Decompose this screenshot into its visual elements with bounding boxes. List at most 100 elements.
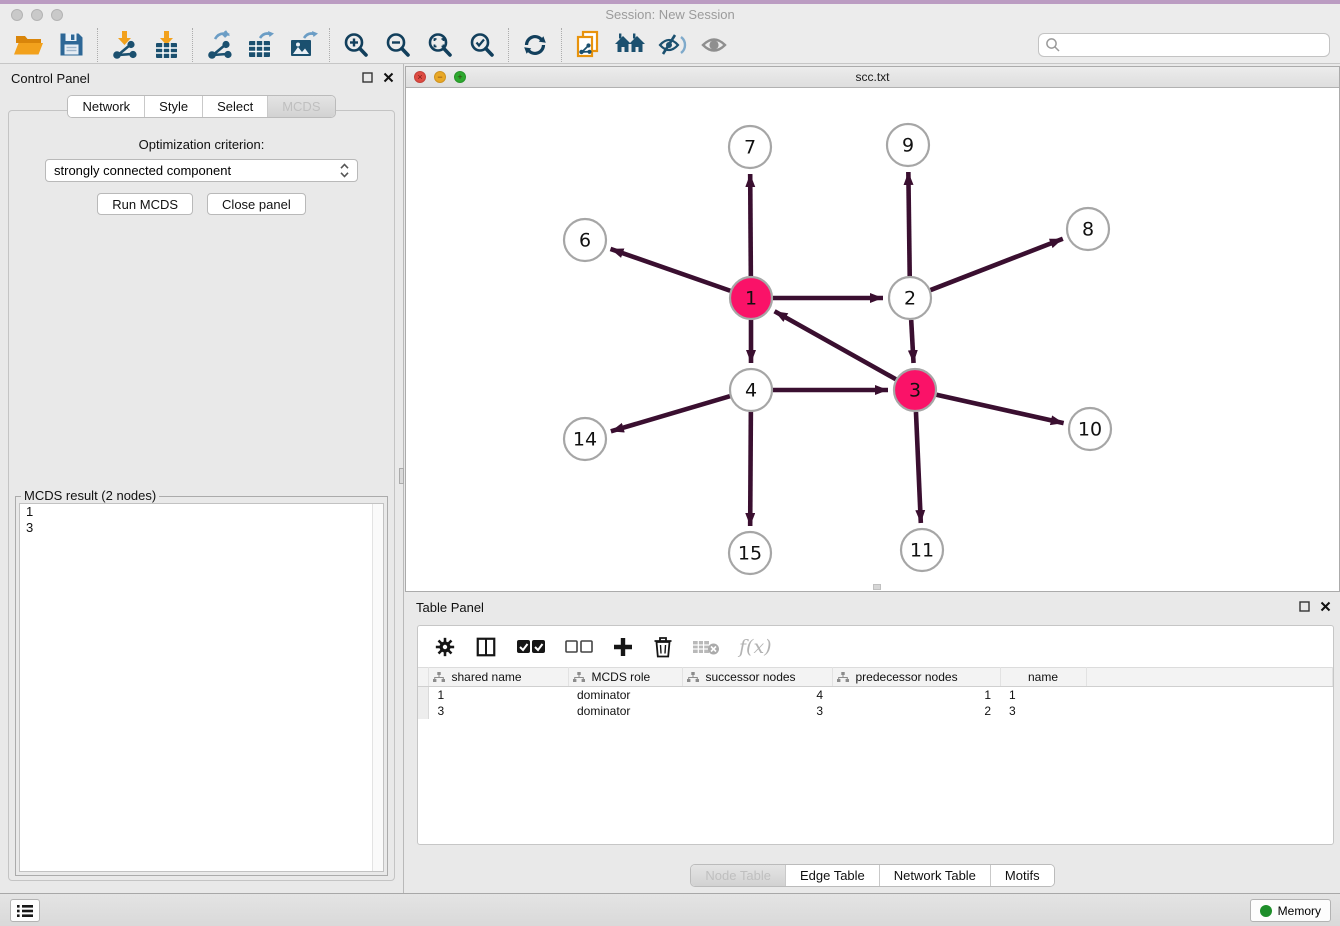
graph-edge-2-3[interactable] — [911, 320, 913, 363]
open-session-button[interactable] — [8, 28, 50, 62]
column-header-name[interactable]: name — [1000, 668, 1086, 687]
network-maximize-button[interactable]: + — [454, 71, 466, 83]
graph-edge-1-7[interactable] — [750, 174, 751, 276]
table-cell[interactable]: dominator — [568, 703, 682, 719]
import-network-button[interactable] — [103, 28, 145, 62]
delete-row-button[interactable] — [653, 636, 673, 658]
table-cell[interactable]: dominator — [568, 687, 682, 703]
deselect-all-button[interactable] — [565, 640, 593, 654]
gear-icon — [434, 636, 456, 658]
node-table[interactable]: shared nameMCDS rolesuccessor nodesprede… — [418, 667, 1333, 719]
delete-table-button[interactable] — [692, 638, 720, 656]
zoom-selected-button[interactable] — [461, 28, 503, 62]
minimize-window-button[interactable] — [31, 9, 43, 21]
toolbar-separator — [192, 28, 193, 62]
graph-edge-2-8[interactable] — [931, 239, 1063, 290]
export-image-button[interactable] — [282, 28, 324, 62]
table-cell[interactable]: 3 — [682, 703, 832, 719]
close-window-button[interactable] — [11, 9, 23, 21]
zoom-in-button[interactable] — [335, 28, 377, 62]
export-network-button[interactable] — [198, 28, 240, 62]
zoom-fit-button[interactable] — [419, 28, 461, 62]
panel-splitter-grip[interactable] — [399, 468, 404, 484]
tab-select[interactable]: Select — [202, 96, 267, 117]
table-tab-node-table[interactable]: Node Table — [691, 865, 785, 886]
float-panel-icon[interactable] — [361, 71, 374, 84]
search-box[interactable] — [1038, 33, 1330, 57]
graph-edge-4-15[interactable] — [750, 412, 751, 526]
table-row[interactable]: 1dominator411 — [418, 687, 1333, 703]
status-bar: Memory — [0, 893, 1340, 926]
table-cell[interactable]: 2 — [832, 703, 1000, 719]
network-close-button[interactable]: × — [414, 71, 426, 83]
zoom-out-button[interactable] — [377, 28, 419, 62]
close-table-panel-icon[interactable] — [1319, 600, 1332, 613]
mcds-result-scrollbar[interactable] — [372, 504, 383, 871]
graph-node-label-10: 10 — [1078, 419, 1102, 441]
table-cell[interactable]: 4 — [682, 687, 832, 703]
graph-edge-2-9[interactable] — [908, 172, 909, 276]
graph-edge-4-14[interactable] — [611, 396, 730, 431]
close-panel-button[interactable]: Close panel — [207, 193, 306, 215]
graph-edge-3-11[interactable] — [916, 412, 921, 523]
select-all-button[interactable] — [516, 639, 546, 655]
graph-node-label-14: 14 — [573, 429, 597, 451]
show-columns-button[interactable] — [475, 636, 497, 658]
node-table-container: f(x) shared nameMCDS rolesuccessor nodes… — [417, 625, 1334, 845]
network-minimize-button[interactable]: − — [434, 71, 446, 83]
table-settings-button[interactable] — [434, 636, 456, 658]
task-history-button[interactable] — [10, 899, 40, 922]
import-table-button[interactable] — [145, 28, 187, 62]
table-tab-edge-table[interactable]: Edge Table — [785, 865, 879, 886]
float-table-panel-icon[interactable] — [1298, 600, 1311, 613]
optimization-criterion-label: Optimization criterion: — [9, 137, 394, 152]
column-header-shared-name[interactable]: shared name — [428, 668, 568, 687]
search-input[interactable] — [1061, 35, 1323, 55]
run-mcds-button[interactable]: Run MCDS — [97, 193, 193, 215]
table-cell[interactable]: 1 — [1000, 687, 1086, 703]
tab-style[interactable]: Style — [144, 96, 202, 117]
save-session-button[interactable] — [50, 28, 92, 62]
graph-edge-3-10[interactable] — [936, 395, 1063, 423]
maximize-window-button[interactable] — [51, 9, 63, 21]
network-canvas[interactable]: 7968124314101511 — [406, 88, 1339, 591]
mcds-result-text[interactable]: 13 — [19, 503, 384, 872]
column-header-predecessor-nodes[interactable]: predecessor nodes — [832, 668, 1000, 687]
function-builder-button[interactable]: f(x) — [739, 636, 772, 658]
window-title: Session: New Session — [0, 4, 1340, 25]
refresh-network-button[interactable] — [514, 28, 556, 62]
export-image-icon — [288, 30, 318, 60]
add-row-button[interactable] — [612, 636, 634, 658]
table-tab-network-table[interactable]: Network Table — [879, 865, 990, 886]
table-cell[interactable]: 1 — [428, 687, 568, 703]
memory-button[interactable]: Memory — [1250, 899, 1331, 922]
import-network-icon — [110, 30, 138, 60]
zoom-out-icon — [384, 31, 412, 59]
graph-edge-3-1[interactable] — [775, 311, 896, 379]
export-table-icon — [246, 30, 276, 60]
table-row[interactable]: 3dominator323 — [418, 703, 1333, 719]
toolbar-separator — [329, 28, 330, 62]
mcds-result-title: MCDS result (2 nodes) — [21, 488, 159, 503]
hide-selected-button[interactable] — [651, 28, 693, 62]
column-header-MCDS-role[interactable]: MCDS role — [568, 668, 682, 687]
graph-edge-1-6[interactable] — [610, 249, 730, 291]
home-button[interactable] — [609, 28, 651, 62]
zoom-in-icon — [342, 31, 370, 59]
tab-mcds[interactable]: MCDS — [267, 96, 334, 117]
table-tab-motifs[interactable]: Motifs — [990, 865, 1054, 886]
column-tree-icon — [573, 672, 585, 683]
tab-network[interactable]: Network — [68, 96, 144, 117]
optimization-select[interactable]: strongly connected component — [45, 159, 358, 182]
network-window-titlebar[interactable]: × − + scc.txt — [406, 67, 1339, 88]
export-table-button[interactable] — [240, 28, 282, 62]
show-hidden-button[interactable] — [693, 28, 735, 62]
column-header-successor-nodes[interactable]: successor nodes — [682, 668, 832, 687]
clone-network-button[interactable] — [567, 28, 609, 62]
table-cell[interactable]: 3 — [1000, 703, 1086, 719]
table-cell[interactable]: 3 — [428, 703, 568, 719]
close-panel-icon[interactable] — [382, 71, 395, 84]
table-cell[interactable]: 1 — [832, 687, 1000, 703]
mcds-result-line: 1 — [20, 504, 383, 520]
network-window-resize-grip[interactable] — [873, 584, 881, 590]
